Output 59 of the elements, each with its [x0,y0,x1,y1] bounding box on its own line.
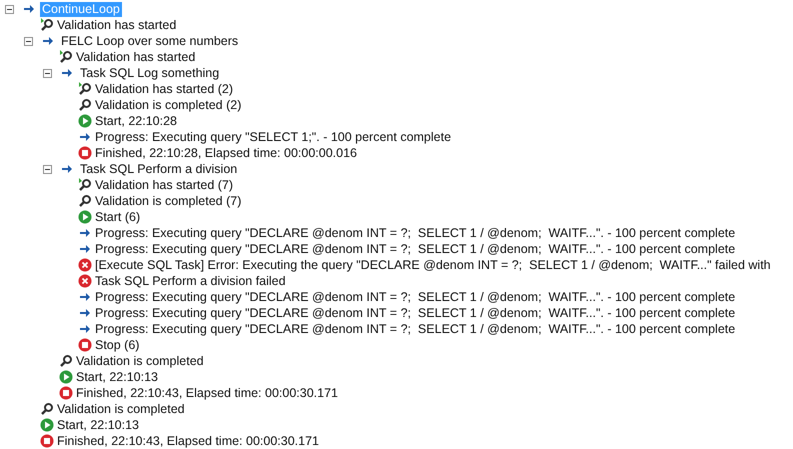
collapse-toggle[interactable] [5,4,14,14]
log-entry[interactable]: Validation is completed (7) [95,194,242,208]
log-entry[interactable]: Progress: Executing query "DECLARE @denom INT = ?; SELECT 1 / @denom; WAITF...". - 100 percent complete [95,290,736,304]
arrow-icon [42,35,54,47]
error-icon [78,258,92,272]
collapse-toggle[interactable] [43,68,52,78]
log-entry[interactable]: Progress: Executing query "DECLARE @denom INT = ?; SELECT 1 / @denom; WAITF...". - 100 percent complete [95,306,736,320]
tree-node[interactable]: FELC Loop over some numbers [59,34,240,48]
log-entry[interactable]: Start, 22:10:13 [76,370,158,384]
log-entry[interactable]: Validation has started [76,50,196,64]
stop-icon [40,434,54,448]
magnifier-icon [59,354,73,368]
log-entry[interactable]: Progress: Executing query "SELECT 1;". - 100 percent complete [95,130,452,144]
tree-node[interactable]: Task SQL Log something [78,66,222,80]
collapse-toggle[interactable] [24,36,33,46]
magnifier-flag-icon [40,18,54,32]
magnifier-flag-icon [78,82,92,96]
arrow-icon [79,291,91,303]
arrow-icon [79,323,91,335]
arrow-icon [79,243,91,255]
log-entry[interactable]: Task SQL Perform a division failed [95,274,286,288]
log-entry[interactable]: Validation is completed (2) [95,98,242,112]
log-entry[interactable]: Validation is completed [57,402,185,416]
log-entry[interactable]: Start, 22:10:13 [57,418,140,432]
play-icon [78,114,92,128]
stop-icon [78,338,92,352]
arrow-icon [61,67,73,79]
log-entry[interactable]: Validation has started (2) [95,82,234,96]
log-entry[interactable]: Validation has started [57,18,176,32]
log-entry[interactable]: Progress: Executing query "DECLARE @denom INT = ?; SELECT 1 / @denom; WAITF...". - 100 percent complete [95,242,736,256]
log-entry[interactable]: Finished, 22:10:43, Elapsed time: 00:00:30.171 [57,434,319,448]
log-entry[interactable]: Validation is completed [76,354,204,368]
stop-icon [59,386,73,400]
log-entry[interactable]: Finished, 22:10:43, Elapsed time: 00:00:30.171 [76,386,338,400]
magnifier-flag-icon [78,178,92,192]
arrow-icon [79,307,91,319]
magnifier-icon [78,194,92,208]
play-icon [59,370,73,384]
log-entry[interactable]: Validation has started (7) [95,178,234,192]
play-icon [78,210,92,224]
log-entry[interactable]: Stop (6) [95,338,140,352]
collapse-toggle[interactable] [43,164,52,174]
arrow-icon [79,131,91,143]
arrow-icon [79,227,91,239]
play-icon [40,418,54,432]
magnifier-flag-icon [59,50,73,64]
log-entry[interactable]: Progress: Executing query "DECLARE @denom INT = ?; SELECT 1 / @denom; WAITF...". - 100 percent complete [95,322,736,336]
arrow-icon [23,3,35,15]
log-entry[interactable]: [Execute SQL Task] Error: Executing the query "DECLARE @denom INT = ?; SELECT 1 / @denom; WAITF..." failed with [95,258,771,272]
log-entry[interactable]: Finished, 22:10:28, Elapsed time: 00:00:00.016 [95,146,357,160]
log-entry[interactable]: Start, 22:10:28 [95,114,178,128]
stop-icon [78,146,92,160]
tree-node[interactable]: Task SQL Perform a division [78,162,240,176]
log-entry[interactable]: Progress: Executing query "DECLARE @denom INT = ?; SELECT 1 / @denom; WAITF...". - 100 percent complete [95,226,736,240]
magnifier-icon [78,98,92,112]
log-entry[interactable]: Start (6) [95,210,140,224]
error-icon [78,274,92,288]
magnifier-icon [40,402,54,416]
arrow-icon [61,163,73,175]
